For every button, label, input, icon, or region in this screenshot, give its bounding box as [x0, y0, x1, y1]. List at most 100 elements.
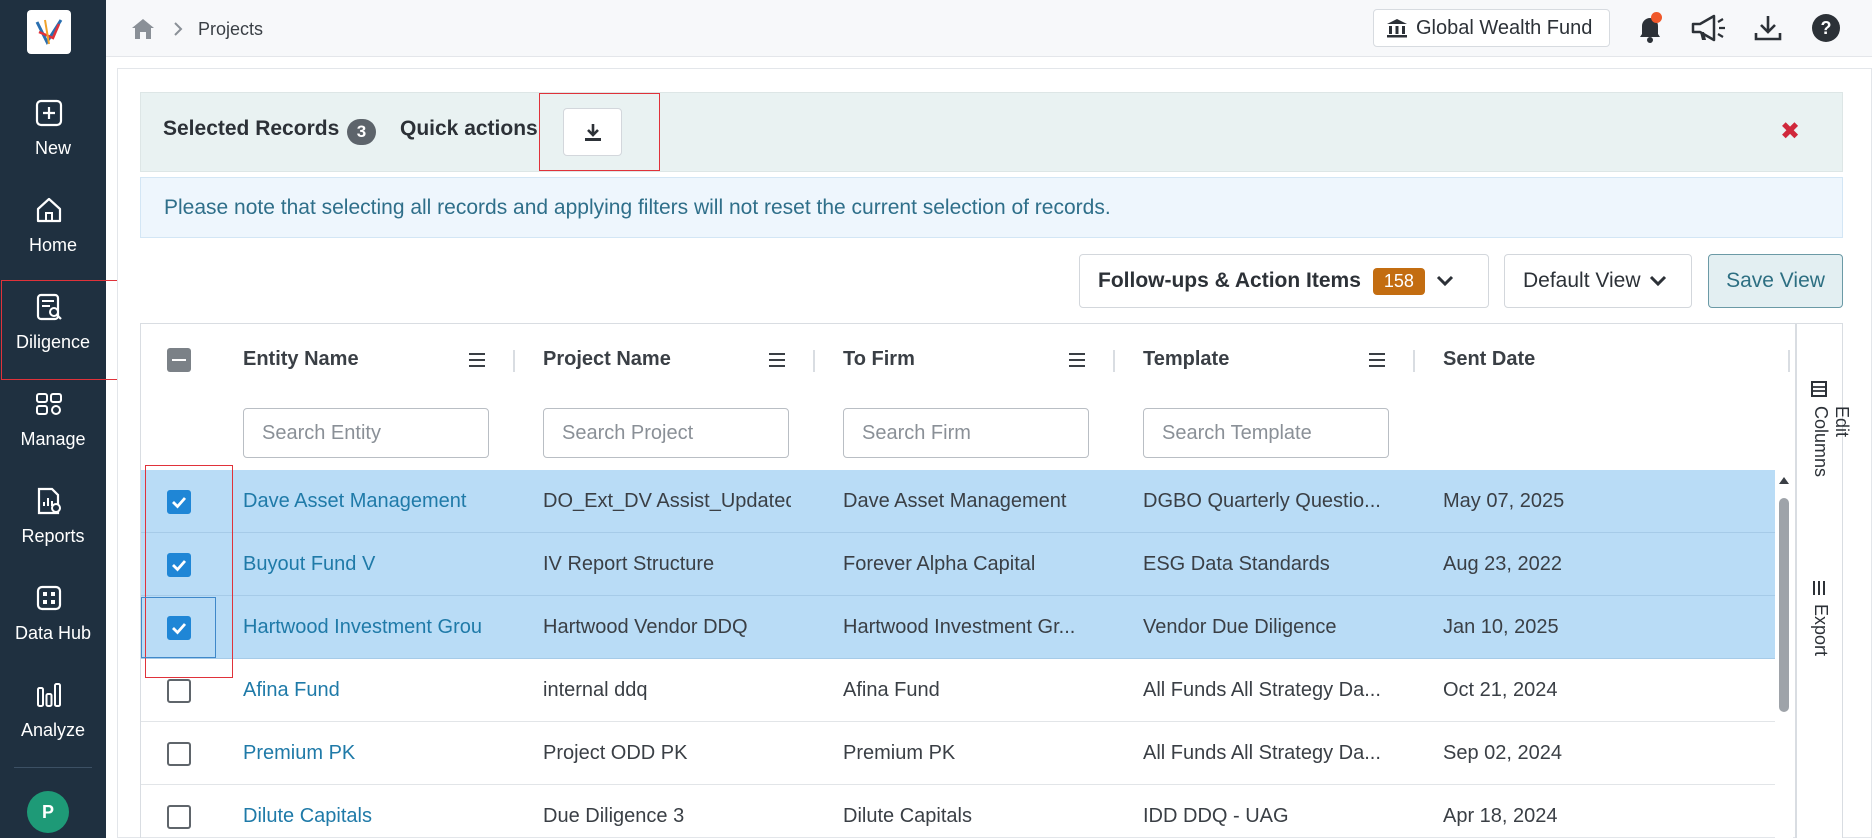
table-row[interactable]: Buyout Fund V IV Report Structure Foreve… [141, 533, 1775, 596]
download-icon [584, 124, 601, 141]
home-icon[interactable] [130, 17, 156, 41]
selected-count-badge: 3 [347, 119, 376, 145]
project-name-cell: internal ddq [543, 679, 648, 701]
template-cell: IDD DDQ - UAG [1143, 805, 1289, 827]
menu-lines-icon [1813, 581, 1825, 595]
sidebar-item-label: New [34, 138, 71, 158]
notice-text: Please note that selecting all records a… [164, 196, 1111, 219]
sidebar-item-label: Analyze [20, 720, 86, 740]
to-firm-cell: Hartwood Investment Gr... [843, 616, 1076, 638]
column-resize-handle[interactable] [513, 350, 515, 372]
entity-name-link[interactable]: Buyout Fund V [243, 533, 483, 595]
column-header-template[interactable]: Template [1143, 348, 1229, 371]
column-menu-icon[interactable] [1368, 352, 1386, 368]
row-checkbox[interactable] [167, 742, 191, 766]
project-name-cell: DO_Ext_DV Assist_Updated [543, 490, 791, 512]
column-header-sent-date[interactable]: Sent Date [1443, 348, 1535, 371]
follow-ups-count-badge: 158 [1372, 267, 1425, 295]
download-button[interactable] [1751, 11, 1785, 45]
table-row[interactable]: Dilute Capitals Due Diligence 3 Dilute C… [141, 785, 1775, 838]
template-cell: Vendor Due Diligence [1143, 616, 1337, 638]
template-cell: ESG Data Standards [1143, 553, 1330, 575]
entity-name-link[interactable]: Premium PK [243, 722, 483, 784]
row-checkbox[interactable] [167, 490, 191, 514]
search-project-input[interactable] [543, 408, 789, 458]
view-selector-dropdown[interactable]: Default View [1504, 254, 1692, 308]
scrollbar-thumb[interactable] [1779, 498, 1789, 712]
fund-selector-button[interactable]: Global Wealth Fund [1373, 9, 1610, 47]
table-row[interactable]: Dave Asset Management DO_Ext_DV Assist_U… [141, 470, 1775, 533]
sent-date-cell: Oct 21, 2024 [1443, 679, 1558, 701]
to-firm-cell: Dilute Capitals [843, 805, 972, 827]
column-menu-icon[interactable] [468, 352, 486, 368]
export-label: Export [1811, 604, 1831, 657]
column-resize-handle[interactable] [813, 350, 815, 372]
help-icon: ? [1812, 14, 1840, 42]
project-name-cell: Hartwood Vendor DDQ [543, 616, 748, 638]
entity-name-link[interactable]: Dilute Capitals [243, 785, 483, 838]
sidebar-item-new[interactable]: New [0, 80, 106, 176]
app-logo-icon[interactable] [27, 10, 71, 54]
table-row[interactable]: Afina Fund internal ddq Afina Fund All F… [141, 659, 1775, 722]
selection-bar [140, 92, 1843, 172]
table-row[interactable]: Premium PK Project ODD PK Premium PK All… [141, 722, 1775, 785]
template-cell: DGBO Quarterly Questio... [1143, 490, 1381, 512]
search-firm-input[interactable] [843, 408, 1089, 458]
close-selection-button[interactable]: ✖ [1780, 117, 1800, 146]
chevron-down-icon [1649, 275, 1666, 287]
diligence-icon [36, 293, 62, 321]
scroll-up-icon[interactable] [1777, 474, 1791, 486]
quick-download-button[interactable] [563, 108, 622, 156]
sidebar-divider [14, 767, 92, 768]
project-name-cell: Due Diligence 3 [543, 805, 685, 827]
sidebar-item-data-hub[interactable]: Data Hub [0, 565, 106, 661]
column-menu-icon[interactable] [768, 352, 786, 368]
data-hub-icon [36, 585, 62, 611]
column-menu-icon[interactable] [1068, 352, 1086, 368]
entity-name-link[interactable]: Dave Asset Management [243, 470, 483, 532]
fund-name: Global Wealth Fund [1416, 16, 1593, 39]
column-resize-handle[interactable] [1788, 350, 1790, 372]
row-checkbox[interactable] [167, 805, 191, 829]
project-name-cell: Project ODD PK [543, 742, 688, 764]
breadcrumb-current: Projects [198, 18, 264, 39]
quick-actions-label: Quick actions [400, 117, 538, 140]
download-icon [1754, 16, 1782, 41]
help-button[interactable]: ? [1809, 11, 1843, 45]
edit-columns-button[interactable]: Edit Columns [1810, 380, 1852, 477]
notifications-button[interactable] [1633, 11, 1667, 45]
follow-ups-dropdown[interactable]: Follow-ups & Action Items 158 [1079, 254, 1489, 308]
checkmark-icon [172, 497, 187, 509]
table-row[interactable]: Hartwood Investment Group Hartwood Vendo… [141, 596, 1775, 659]
sidebar-item-reports[interactable]: Reports [0, 468, 106, 564]
search-template-input[interactable] [1143, 408, 1389, 458]
row-checkbox[interactable] [167, 553, 191, 577]
sidebar-item-analyze[interactable]: Analyze [0, 662, 106, 758]
entity-name-link[interactable]: Afina Fund [243, 659, 483, 721]
template-cell: All Funds All Strategy Da... [1143, 742, 1381, 764]
sidebar-item-manage[interactable]: Manage [0, 371, 106, 467]
select-all-checkbox[interactable] [167, 348, 191, 372]
announcements-button[interactable] [1690, 11, 1725, 45]
chevron-down-icon [1436, 275, 1453, 287]
avatar[interactable]: P [27, 791, 69, 833]
column-header-entity-name[interactable]: Entity Name [243, 348, 359, 371]
column-header-project-name[interactable]: Project Name [543, 348, 671, 371]
svg-text:?: ? [1821, 18, 1832, 38]
export-button[interactable]: Export [1810, 580, 1831, 656]
entity-name-link[interactable]: Hartwood Investment Group [243, 596, 483, 658]
sent-date-cell: May 07, 2025 [1443, 490, 1565, 512]
sent-date-cell: Apr 18, 2024 [1443, 805, 1558, 827]
column-header-to-firm[interactable]: To Firm [843, 348, 915, 371]
column-resize-handle[interactable] [1113, 350, 1115, 372]
column-resize-handle[interactable] [1413, 350, 1415, 372]
sidebar-item-home[interactable]: Home [0, 177, 106, 273]
follow-ups-label: Follow-ups & Action Items [1098, 269, 1361, 292]
save-view-button[interactable]: Save View [1708, 254, 1843, 308]
search-entity-input[interactable] [243, 408, 489, 458]
sidebar-item-diligence[interactable]: Diligence [0, 274, 106, 370]
row-checkbox[interactable] [167, 679, 191, 703]
reports-icon [37, 487, 61, 515]
sent-date-cell: Aug 23, 2022 [1443, 553, 1562, 575]
view-label: Default View [1523, 269, 1641, 292]
